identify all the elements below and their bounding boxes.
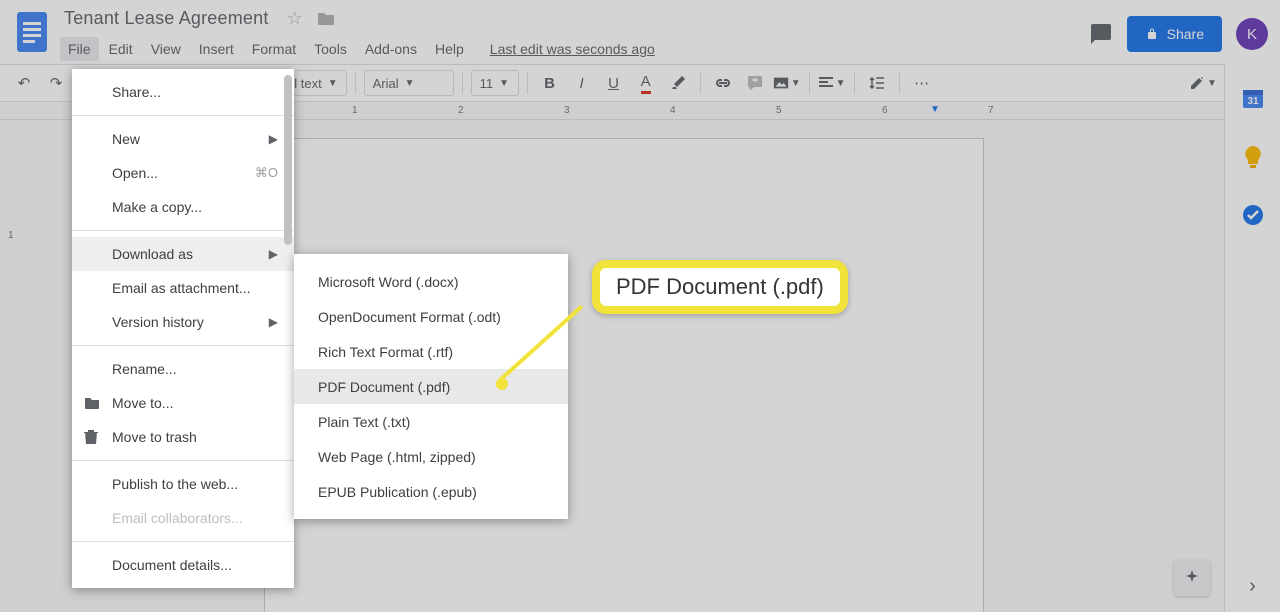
editing-mode-button[interactable]: ▼ [1189, 69, 1217, 97]
undo-button[interactable]: ↶ [10, 69, 38, 97]
menu-separator [72, 345, 294, 346]
download-as-submenu: Microsoft Word (.docx) OpenDocument Form… [294, 254, 568, 519]
submenu-arrow-icon: ▶ [269, 132, 278, 146]
toolbar-separator [355, 72, 356, 94]
toolbar-separator [462, 72, 463, 94]
move-folder-icon[interactable] [317, 11, 335, 26]
menu-separator [72, 460, 294, 461]
menu-item-document-details[interactable]: Document details... [72, 548, 294, 582]
menu-item-publish-web[interactable]: Publish to the web... [72, 467, 294, 501]
add-comment-button[interactable] [741, 69, 769, 97]
bold-button[interactable]: B [536, 69, 564, 97]
keep-icon[interactable] [1238, 142, 1268, 172]
menu-item-make-copy[interactable]: Make a copy... [72, 190, 294, 224]
redo-button[interactable]: ↷ [42, 69, 70, 97]
account-avatar[interactable]: K [1236, 18, 1268, 50]
share-button-label: Share [1167, 26, 1204, 42]
line-spacing-button[interactable] [863, 69, 891, 97]
annotation-callout: PDF Document (.pdf) [592, 260, 848, 314]
menubar: File Edit View Insert Format Tools Add-o… [60, 37, 1089, 61]
share-button[interactable]: Share [1127, 16, 1222, 52]
side-panel-expand-icon[interactable]: › [1249, 575, 1256, 598]
explore-button[interactable] [1174, 560, 1210, 596]
calendar-icon[interactable]: 31 [1238, 84, 1268, 114]
side-panel: 31 › [1224, 64, 1280, 612]
caret-down-icon: ▼ [405, 78, 415, 89]
menu-item-move-to[interactable]: Move to... [72, 386, 294, 420]
font-family-select[interactable]: Arial▼ [364, 70, 454, 96]
insert-link-button[interactable] [709, 69, 737, 97]
submenu-arrow-icon: ▶ [269, 315, 278, 329]
folder-icon [84, 397, 100, 410]
menu-insert[interactable]: Insert [191, 37, 242, 61]
submenu-item-epub[interactable]: EPUB Publication (.epub) [294, 474, 568, 509]
menu-separator [72, 230, 294, 231]
menu-separator [72, 541, 294, 542]
menu-separator [72, 115, 294, 116]
menu-item-open[interactable]: Open...⌘O [72, 156, 294, 190]
last-edit-link[interactable]: Last edit was seconds ago [490, 41, 655, 57]
submenu-item-html[interactable]: Web Page (.html, zipped) [294, 439, 568, 474]
toolbar-separator [700, 72, 701, 94]
menu-file[interactable]: File [60, 37, 99, 61]
text-color-button[interactable]: A [632, 69, 660, 97]
insert-image-button[interactable]: ▼ [773, 69, 801, 97]
file-menu: Share... New▶ Open...⌘O Make a copy... D… [72, 69, 294, 588]
toolbar-separator [854, 72, 855, 94]
submenu-arrow-icon: ▶ [269, 247, 278, 261]
menu-addons[interactable]: Add-ons [357, 37, 425, 61]
underline-button[interactable]: U [600, 69, 628, 97]
submenu-item-docx[interactable]: Microsoft Word (.docx) [294, 264, 568, 299]
submenu-item-odt[interactable]: OpenDocument Format (.odt) [294, 299, 568, 334]
menu-format[interactable]: Format [244, 37, 304, 61]
menu-item-new[interactable]: New▶ [72, 122, 294, 156]
font-size-select[interactable]: 11▼ [471, 70, 519, 96]
star-icon[interactable]: ☆ [287, 8, 303, 29]
caret-down-icon: ▼ [791, 78, 801, 89]
submenu-item-txt[interactable]: Plain Text (.txt) [294, 404, 568, 439]
comments-icon[interactable] [1089, 22, 1113, 46]
toolbar-separator [899, 72, 900, 94]
align-button[interactable]: ▼ [818, 69, 846, 97]
highlight-button[interactable] [664, 69, 692, 97]
italic-button[interactable]: I [568, 69, 596, 97]
toolbar-separator [527, 72, 528, 94]
menu-item-version-history[interactable]: Version history▶ [72, 305, 294, 339]
toolbar-separator [809, 72, 810, 94]
tasks-icon[interactable] [1238, 200, 1268, 230]
app-header: Tenant Lease Agreement ☆ File Edit View … [0, 0, 1280, 64]
menu-help[interactable]: Help [427, 37, 472, 61]
svg-text:31: 31 [1247, 96, 1259, 107]
document-title[interactable]: Tenant Lease Agreement [60, 6, 273, 31]
caret-down-icon: ▼ [1207, 78, 1217, 89]
menu-item-download-as[interactable]: Download as▶ [72, 237, 294, 271]
trash-icon [84, 429, 98, 445]
docs-logo-icon[interactable] [12, 6, 52, 58]
caret-down-icon: ▼ [328, 78, 338, 89]
menu-view[interactable]: View [143, 37, 189, 61]
menu-item-email-attachment[interactable]: Email as attachment... [72, 271, 294, 305]
menu-item-rename[interactable]: Rename... [72, 352, 294, 386]
menu-item-email-collaborators: Email collaborators... [72, 501, 294, 535]
caret-down-icon: ▼ [836, 78, 846, 89]
right-indent-marker[interactable]: ▼ [930, 104, 940, 115]
menu-scrollbar[interactable] [284, 75, 292, 582]
menu-tools[interactable]: Tools [306, 37, 355, 61]
submenu-item-pdf[interactable]: PDF Document (.pdf) [294, 369, 568, 404]
scrollbar-thumb[interactable] [284, 75, 292, 245]
vertical-ruler[interactable]: 1 [0, 120, 24, 612]
annotation-leader-dot [496, 378, 508, 390]
menu-edit[interactable]: Edit [101, 37, 141, 61]
more-button[interactable]: ⋯ [908, 69, 936, 97]
caret-down-icon: ▼ [499, 78, 509, 89]
menu-item-share[interactable]: Share... [72, 75, 294, 109]
menu-item-move-to-trash[interactable]: Move to trash [72, 420, 294, 454]
